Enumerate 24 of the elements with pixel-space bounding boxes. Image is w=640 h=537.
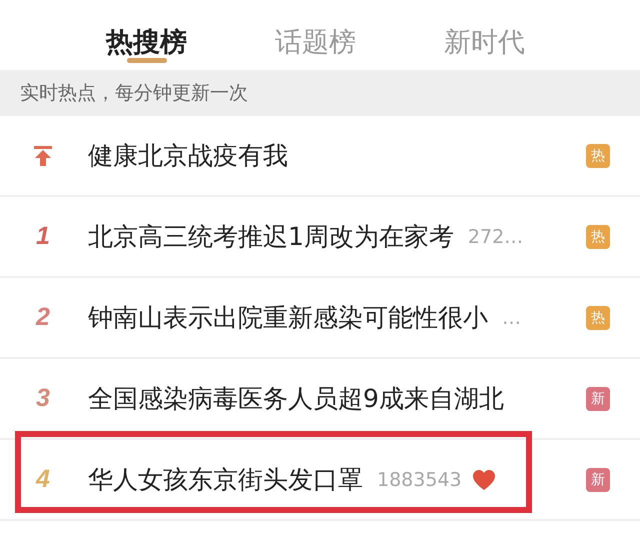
search-count: 272…	[468, 226, 524, 248]
badge-label: 新	[586, 468, 610, 492]
headline[interactable]: 全国感染病毒医务人员超9成来自湖北	[88, 382, 504, 415]
search-count: 1883543	[377, 468, 462, 490]
badge-label: 热	[586, 306, 610, 330]
list-row[interactable]: 健康北京战疫有我 热	[0, 116, 640, 197]
tab[interactable]: 热搜榜	[90, 0, 203, 70]
list-row[interactable]: 3 全国感染病毒医务人员超9成来自湖北 新	[0, 359, 640, 440]
headline[interactable]: 健康北京战疫有我	[88, 139, 288, 172]
headline[interactable]: 华人女孩东京街头发口罩	[88, 463, 363, 496]
badge-label: 新	[586, 386, 610, 410]
pin-top-icon	[33, 144, 53, 166]
rank-number: 4	[36, 465, 50, 494]
list-row[interactable]: 2 钟南山表示出院重新感染可能性很小 … 热	[0, 278, 640, 359]
headline[interactable]: 钟南山表示出院重新感染可能性很小	[88, 301, 488, 334]
list-row[interactable]: 1 北京高三统考推迟1周改为在家考 272… 热	[0, 197, 640, 278]
rank-number: 2	[36, 303, 50, 332]
search-count: …	[502, 306, 521, 328]
rank-number: 3	[36, 384, 50, 413]
headline[interactable]: 北京高三统考推迟1周改为在家考	[88, 220, 454, 253]
badge-label: 热	[586, 224, 610, 248]
notice-text: 实时热点，每分钟更新一次	[20, 81, 248, 106]
rank-number: 1	[36, 222, 50, 251]
badge-label: 热	[586, 144, 610, 168]
